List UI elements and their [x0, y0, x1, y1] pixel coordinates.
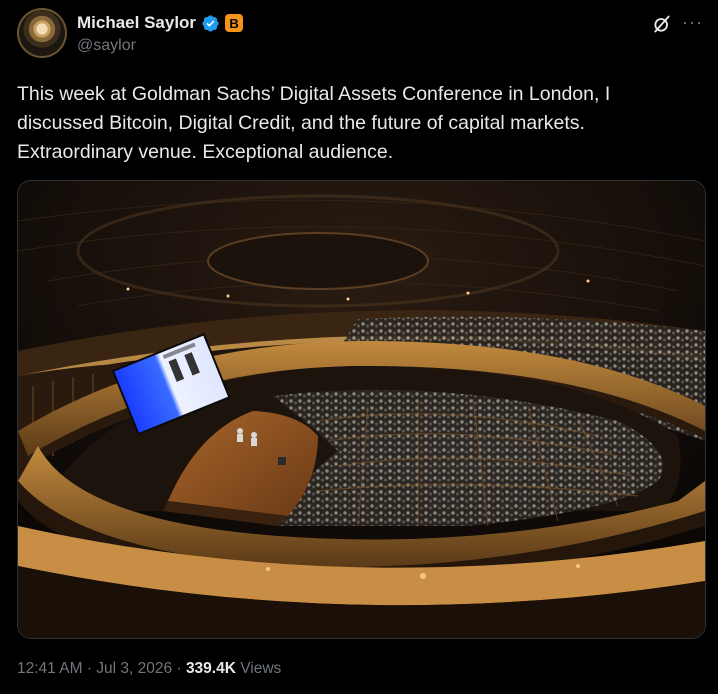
views-label: Views — [240, 660, 282, 677]
author-handle[interactable]: @saylor — [77, 37, 136, 55]
more-options-icon[interactable]: ··· — [682, 12, 703, 33]
meta-separator: · — [86, 660, 92, 677]
views-count[interactable]: 339.4K — [186, 660, 236, 677]
author-name[interactable]: Michael Saylor — [77, 13, 196, 33]
meta-separator: · — [176, 660, 182, 677]
tweet-time[interactable]: 12:41 AM — [17, 660, 83, 677]
tweet-text: This week at Goldman Sachs’ Digital Asse… — [17, 83, 611, 163]
verified-badge-icon[interactable] — [201, 14, 220, 33]
tweet-date[interactable]: Jul 3, 2026 — [96, 660, 172, 677]
avatar[interactable] — [17, 8, 67, 58]
grok-icon[interactable] — [652, 14, 672, 34]
bitcoin-badge-icon[interactable]: B — [225, 14, 244, 32]
tweet-meta: 12:41 AM · Jul 3, 2026 · 339.4K Views — [17, 660, 281, 678]
author-row: Michael Saylor B — [77, 12, 244, 34]
auditorium-photo — [18, 181, 705, 638]
tweet: Michael Saylor B @saylor ··· This week a… — [0, 0, 718, 694]
tweet-photo[interactable] — [17, 180, 706, 639]
